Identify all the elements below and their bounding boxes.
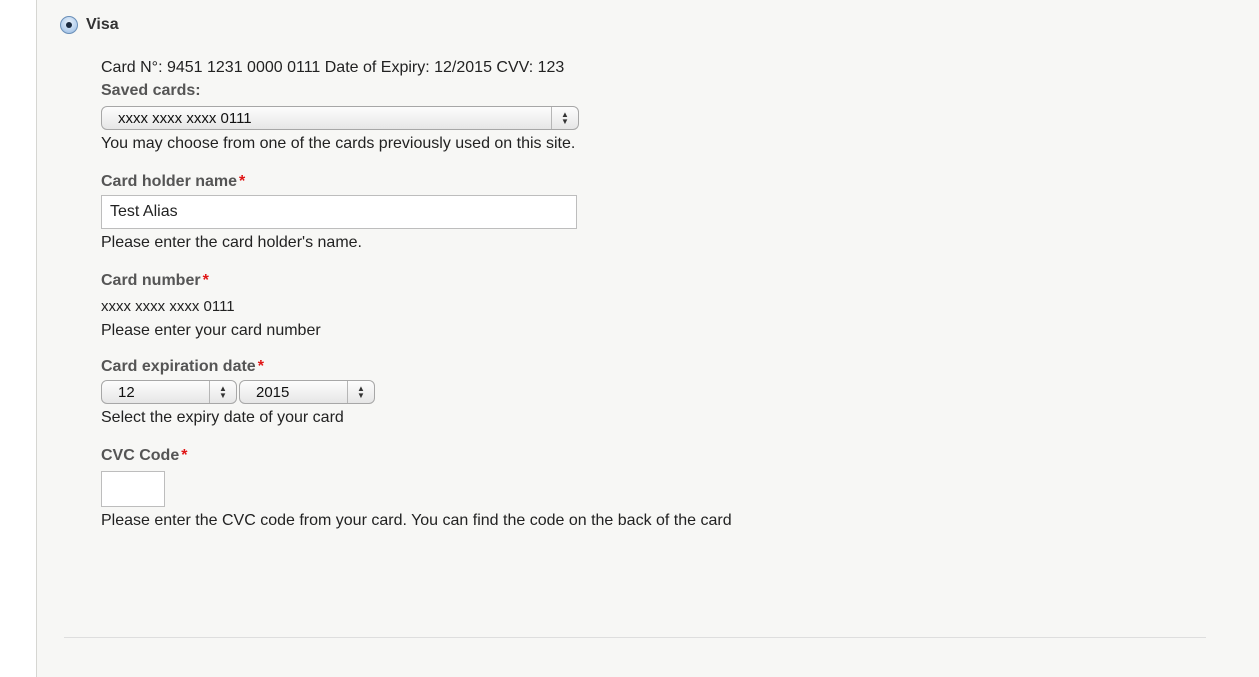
required-marker: *	[202, 272, 209, 289]
section-divider	[64, 637, 1206, 638]
expiry-year-value: 2015	[256, 383, 290, 401]
expiry-year-select[interactable]: 2015 ▲ ▼	[239, 380, 375, 404]
card-holder-input[interactable]	[101, 195, 577, 229]
saved-cards-field: Saved cards: xxxx xxxx xxxx 0111 ▲ ▼ You …	[101, 80, 1201, 155]
card-holder-label-text: Card holder name	[101, 173, 238, 190]
expiration-label-text: Card expiration date	[101, 358, 256, 375]
saved-cards-selected-value: xxxx xxxx xxxx 0111	[118, 109, 252, 127]
expiration-label: Card expiration date *	[101, 356, 1201, 378]
expiry-month-value: 12	[118, 383, 135, 401]
required-marker: *	[257, 358, 264, 375]
required-marker: *	[239, 173, 246, 190]
cvc-input[interactable]	[101, 471, 165, 507]
required-marker: *	[181, 447, 188, 464]
expiration-field: Card expiration date * 12 ▲ ▼ 2015 ▲ ▼ Sele…	[101, 356, 1201, 429]
select-arrows-icon: ▲ ▼	[347, 381, 374, 403]
card-info-text: Card N°: 9451 1231 0000 0111 Date of Exp…	[101, 59, 565, 76]
visa-option[interactable]: Visa	[60, 16, 119, 34]
card-number-description: Please enter your card number	[101, 322, 321, 339]
card-number-field: Card number * xxxx xxxx xxxx 0111 Please …	[101, 270, 1201, 342]
select-arrows-icon: ▲ ▼	[209, 381, 236, 403]
cvc-description: Please enter the CVC code from your card…	[101, 512, 732, 529]
cvc-field: CVC Code * Please enter the CVC code from…	[101, 445, 1201, 532]
card-form: Card N°: 9451 1231 0000 0111 Date of Exp…	[101, 56, 1201, 532]
card-number-value: xxxx xxxx xxxx 0111	[101, 298, 235, 315]
expiry-month-select[interactable]: 12 ▲ ▼	[101, 380, 237, 404]
saved-cards-label: Saved cards:	[101, 82, 201, 99]
card-number-label-text: Card number	[101, 272, 201, 289]
radio-selected-dot	[66, 22, 72, 28]
saved-cards-select[interactable]: xxxx xxxx xxxx 0111 ▲ ▼	[101, 106, 579, 130]
visa-radio-button[interactable]	[60, 16, 78, 34]
saved-cards-description: You may choose from one of the cards pre…	[101, 135, 576, 152]
visa-label: Visa	[86, 16, 119, 33]
cvc-label: CVC Code *	[101, 445, 1201, 467]
card-number-label: Card number *	[101, 270, 1201, 292]
page: Visa Card N°: 9451 1231 0000 0111 Date o…	[0, 0, 1259, 677]
card-holder-label: Card holder name *	[101, 171, 1201, 193]
expiration-description: Select the expiry date of your card	[101, 409, 344, 426]
card-holder-field: Card holder name* Please enter the card …	[101, 171, 1201, 254]
card-holder-description: Please enter the card holder's name.	[101, 234, 362, 251]
select-arrows-icon: ▲ ▼	[551, 107, 578, 129]
cvc-label-text: CVC Code	[101, 447, 180, 464]
